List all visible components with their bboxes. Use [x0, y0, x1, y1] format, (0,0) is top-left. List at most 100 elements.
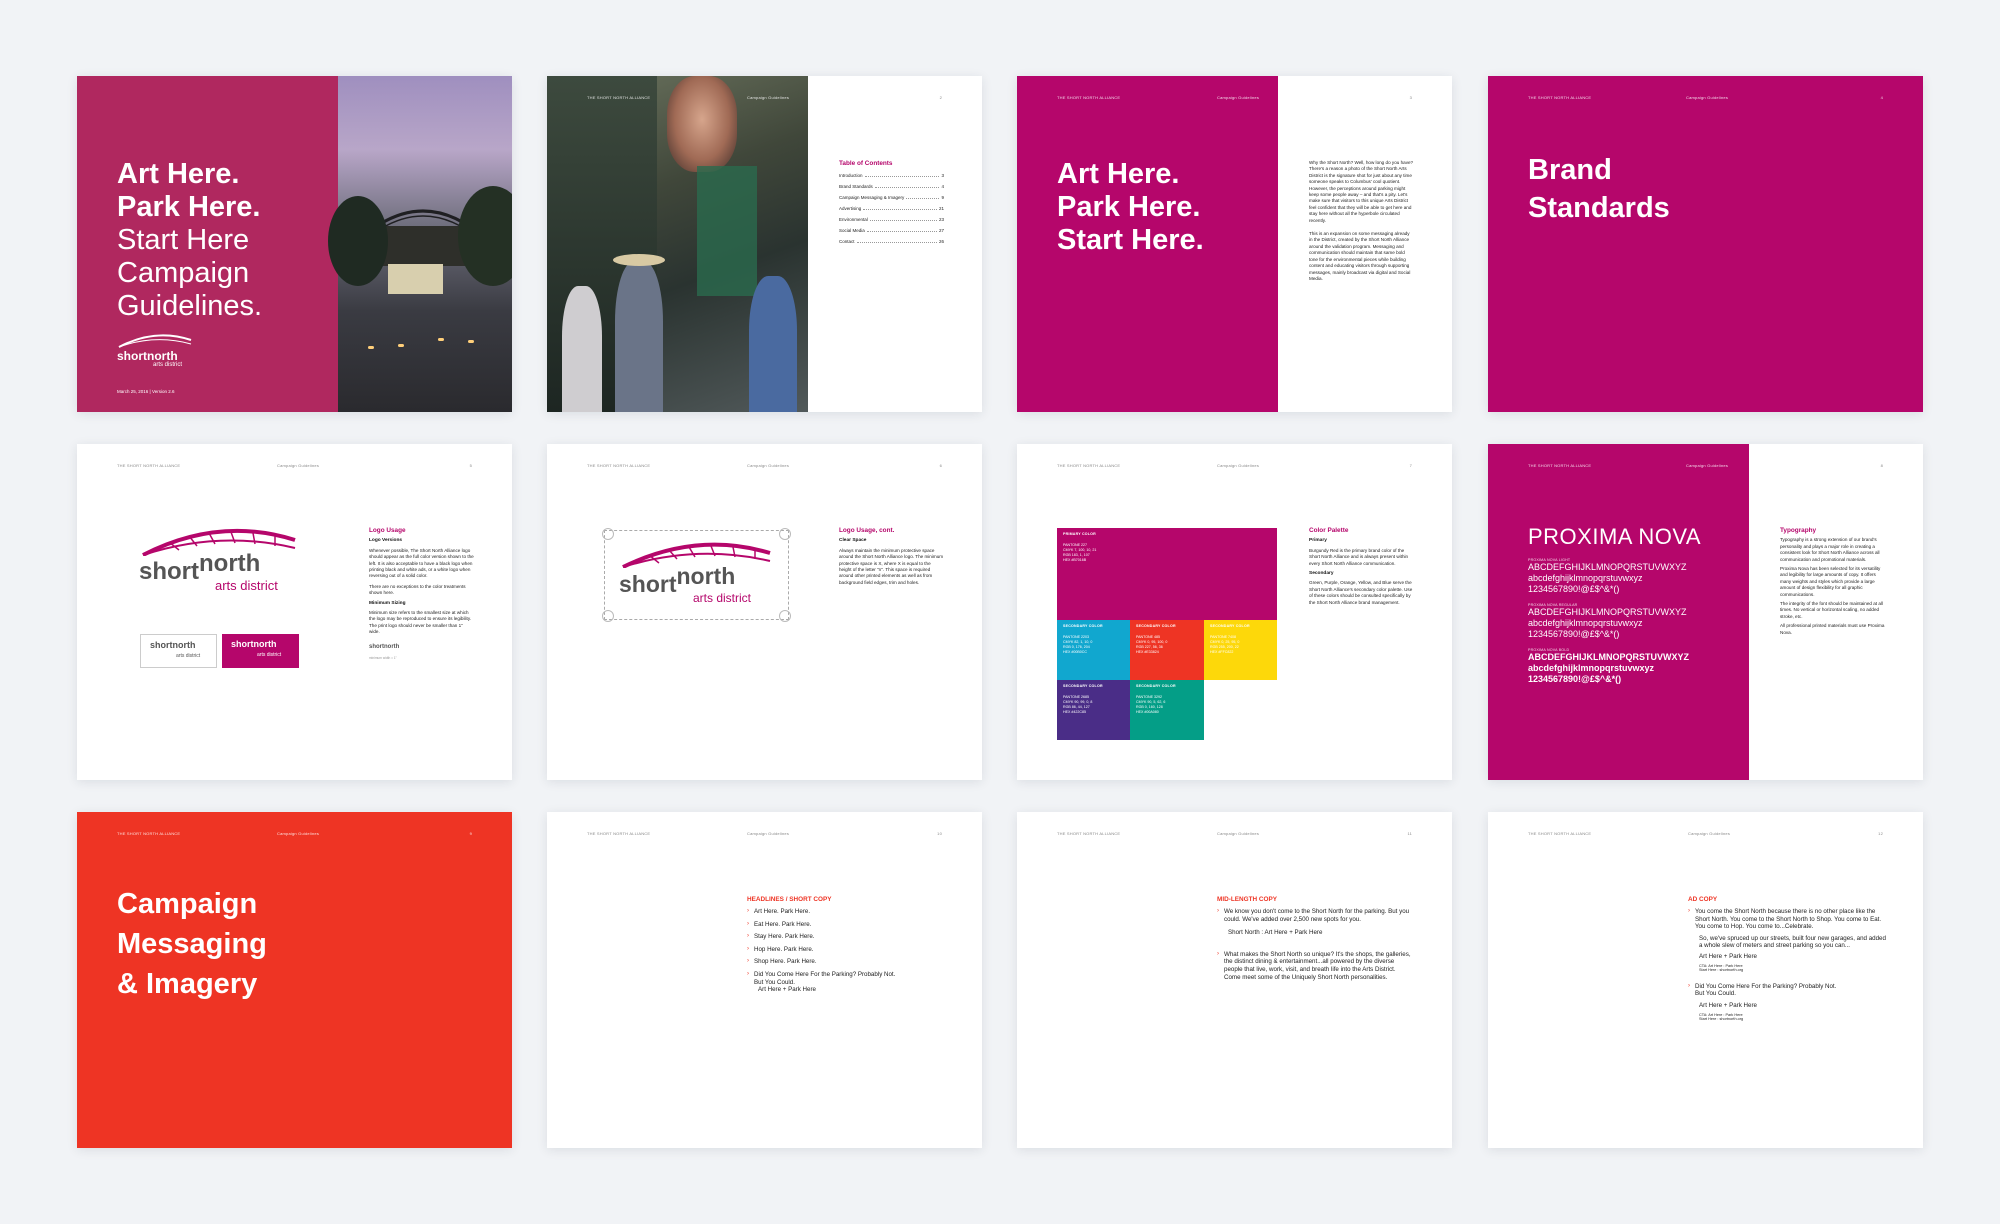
page-number: 8: [1880, 463, 1883, 468]
header-mid: Campaign Guidelines: [747, 463, 790, 468]
color-palette-text: Color Palette Primary Burgundy Red is th…: [1309, 527, 1413, 605]
page-number: 7: [1409, 463, 1412, 468]
logo-minimum: shortnorth: [369, 643, 400, 650]
page-number: 12: [1878, 831, 1883, 836]
logo-full-color: shortnorth arts district: [139, 528, 299, 593]
header-left: THE SHORT NORTH ALLIANCE: [1528, 463, 1592, 468]
page-table-of-contents[interactable]: THE SHORT NORTH ALLIANCE Campaign Guidel…: [547, 76, 982, 412]
page-number: 2: [939, 95, 942, 100]
toc-row[interactable]: Social Media 27: [839, 228, 944, 233]
mural-face: [667, 76, 737, 172]
chevron-right-icon: ›: [1688, 908, 1690, 914]
list-item: › Eat Here. Park Here.: [747, 920, 812, 928]
toc-row[interactable]: Advertising 21: [839, 206, 944, 211]
page-number: 11: [1407, 831, 1412, 836]
page-ad-copy[interactable]: THE SHORT NORTH ALLIANCE Campaign Guidel…: [1488, 812, 1923, 1148]
sub-heading: Primary: [1309, 538, 1327, 544]
header-mid: Campaign Guidelines: [1686, 95, 1729, 100]
page-number: 10: [937, 831, 942, 836]
table-of-contents: Table of Contents Introduction 3 Brand St…: [839, 160, 944, 244]
section-title: Brand Standards: [1528, 154, 1670, 224]
section-heading: Color Palette: [1309, 527, 1349, 534]
header-mid: Campaign Guidelines: [1686, 463, 1729, 468]
header-mid: Campaign Guidelines: [277, 463, 320, 468]
clear-space-marker: [779, 528, 791, 540]
page-number: 3: [1409, 95, 1412, 100]
header-mid: Campaign Guidelines: [747, 95, 790, 100]
toc-row[interactable]: Campaign Messaging & Imagery 9: [839, 195, 944, 200]
header-mid: Campaign Guidelines: [277, 831, 320, 836]
body-line: So, we've spruced up our streets, built …: [1699, 934, 1886, 950]
list-item: › You come the Short North because there …: [1688, 908, 1882, 931]
page-logo-usage-cont[interactable]: THE SHORT NORTH ALLIANCE Campaign Guidel…: [547, 444, 982, 780]
header-left: THE SHORT NORTH ALLIANCE: [1057, 831, 1121, 836]
intro-text: Why the Short North? Well, how long do y…: [1309, 160, 1414, 281]
header-mid: Campaign Guidelines: [747, 831, 790, 836]
sub-heading: Secondary: [1309, 571, 1334, 577]
swatch-primary: PRIMARY COLOR PANTONE 227 CMYK 7, 100, 10…: [1057, 528, 1277, 620]
chevron-right-icon: ›: [1217, 908, 1219, 914]
chevron-right-icon: ›: [747, 908, 749, 914]
header-left: THE SHORT NORTH ALLIANCE: [117, 831, 181, 836]
logo-white: shortnorth arts district: [117, 334, 193, 368]
header-left: THE SHORT NORTH ALLIANCE: [587, 831, 651, 836]
list-item: › Hop Here. Park Here.: [747, 945, 814, 953]
page-logo-usage[interactable]: THE SHORT NORTH ALLIANCE Campaign Guidel…: [77, 444, 512, 780]
cover-title: Art Here. Park Here. Start Here Campaign…: [117, 158, 263, 322]
header-left: THE SHORT NORTH ALLIANCE: [1057, 463, 1121, 468]
toc-row[interactable]: Introduction 3: [839, 173, 944, 178]
toc-row[interactable]: Environmental 23: [839, 217, 944, 222]
page-number: 5: [469, 463, 472, 468]
clear-space-marker: [779, 610, 791, 622]
headlines-copy: HEADLINES / SHORT COPY › Art Here. Park H…: [747, 896, 947, 994]
clear-space-marker: [602, 528, 614, 540]
sub-heading: Clear Space: [839, 538, 867, 544]
list-item: › Did You Come Here For the Parking? Prob…: [747, 970, 896, 986]
chevron-right-icon: ›: [747, 933, 749, 940]
header-left: THE SHORT NORTH ALLIANCE: [1528, 831, 1592, 836]
swatch-purple: SECONDARY COLOR PANTONE 2685 CMYK 90, 99,…: [1057, 680, 1130, 740]
cover-street-photo: [328, 76, 512, 412]
section-heading: HEADLINES / SHORT COPY: [747, 896, 832, 903]
page-number: 9: [469, 831, 472, 836]
tagline: Art Here + Park Here: [1699, 1001, 1757, 1009]
header-left: THE SHORT NORTH ALLIANCE: [1528, 95, 1592, 100]
page-mid-length-copy[interactable]: THE SHORT NORTH ALLIANCE Campaign Guidel…: [1017, 812, 1452, 1148]
ad-copy: AD COPY › You come the Short North becaus…: [1688, 896, 1888, 1022]
section-heading: AD COPY: [1688, 896, 1718, 903]
header-left: THE SHORT NORTH ALLIANCE: [1057, 95, 1121, 100]
cta-line: Start Here : shortnorth.org: [1699, 968, 1744, 973]
tagline: Art Here + Park Here: [758, 986, 816, 994]
type-specimen: PROXIMA NOVA PROXIMA NOVA LIGHT ABCDEFGH…: [1528, 524, 1743, 685]
page-cover[interactable]: Art Here. Park Here. Start Here Campaign…: [77, 76, 512, 412]
swatch-orange: SECONDARY COLOR PANTONE 485 CMYK 0, 95, 1…: [1130, 620, 1204, 680]
page-campaign-messaging[interactable]: THE SHORT NORTH ALLIANCE Campaign Guidel…: [77, 812, 512, 1148]
section-heading: MID-LENGTH COPY: [1217, 896, 1277, 903]
page-headlines[interactable]: THE SHORT NORTH ALLIANCE Campaign Guidel…: [547, 812, 982, 1148]
tagline: Short North : Art Here + Park Here: [1228, 929, 1323, 937]
toc-title: Table of Contents: [839, 160, 893, 167]
header-mid: Campaign Guidelines: [1688, 831, 1731, 836]
section-title: Campaign Messaging & Imagery: [117, 888, 267, 1000]
chevron-right-icon: ›: [747, 945, 749, 952]
clear-space-text: Logo Usage, cont. Clear Space Always mai…: [839, 527, 944, 585]
page-typography[interactable]: THE SHORT NORTH ALLIANCE Campaign Guidel…: [1488, 444, 1923, 780]
toc-row[interactable]: Contact 26: [839, 239, 944, 244]
page-introduction[interactable]: THE SHORT NORTH ALLIANCE Campaign Guidel…: [1017, 76, 1452, 412]
logo-usage-text: Logo Usage Logo Versions Whenever possib…: [369, 527, 474, 660]
page-color-palette[interactable]: THE SHORT NORTH ALLIANCE Campaign Guidel…: [1017, 444, 1452, 780]
toc-row[interactable]: Brand Standards 4: [839, 184, 944, 189]
section-heading: Logo Usage: [369, 527, 406, 534]
header-mid: Campaign Guidelines: [1217, 831, 1260, 836]
list-item: › Stay Here. Park Here.: [747, 933, 815, 941]
sub-heading: Logo Versions: [369, 538, 403, 544]
page-number: 6: [939, 463, 942, 468]
swatch-blue: SECONDARY COLOR PANTONE 2203 CMYK 82, 1, …: [1057, 620, 1130, 680]
intro-title: Art Here. Park Here. Start Here.: [1057, 158, 1204, 256]
typography-text: Typography Typography is a strong extens…: [1780, 527, 1885, 635]
page-brand-standards[interactable]: THE SHORT NORTH ALLIANCE Campaign Guidel…: [1488, 76, 1923, 412]
chevron-right-icon: ›: [747, 970, 749, 977]
chevron-right-icon: ›: [747, 958, 749, 965]
cta-line: Start Here : shortnorth.org: [1699, 1017, 1744, 1022]
header-left: THE SHORT NORTH ALLIANCE: [587, 463, 651, 468]
